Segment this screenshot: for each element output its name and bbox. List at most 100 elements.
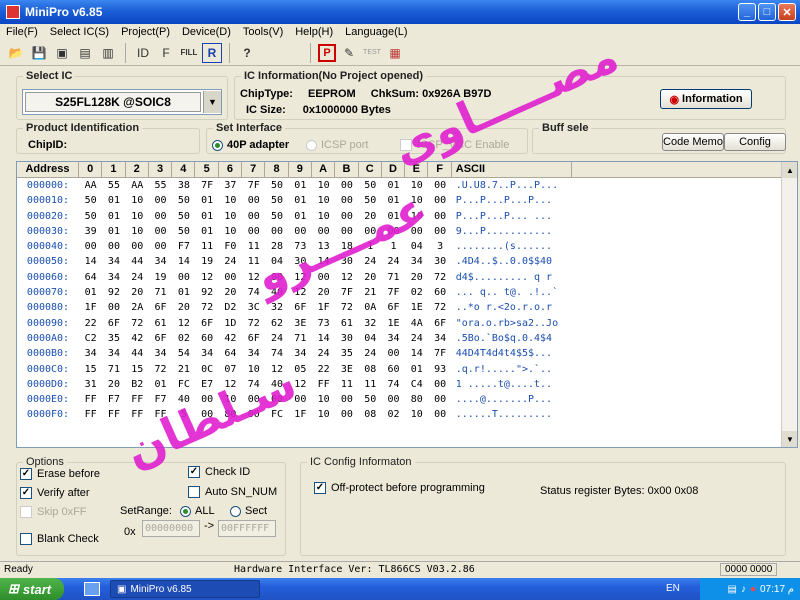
information-button[interactable]: ◉ Information bbox=[660, 89, 752, 109]
menu-tools[interactable]: Tools(V) bbox=[243, 26, 283, 38]
menu-help[interactable]: Help(H) bbox=[295, 26, 333, 38]
hex-byte[interactable]: 00 bbox=[382, 346, 405, 361]
hex-byte[interactable]: 00 bbox=[172, 270, 195, 285]
hex-byte[interactable]: 50 bbox=[172, 209, 195, 224]
hex-byte[interactable]: 00 bbox=[149, 224, 172, 239]
menu-device[interactable]: Device(D) bbox=[182, 26, 231, 38]
hex-byte[interactable]: 00 bbox=[219, 270, 242, 285]
hex-byte[interactable]: 7F bbox=[195, 178, 218, 193]
hex-byte[interactable]: 10 bbox=[126, 193, 149, 208]
hex-byte[interactable]: 20 bbox=[405, 270, 428, 285]
hex-byte[interactable]: 00 bbox=[126, 239, 149, 254]
hex-byte[interactable]: 01 bbox=[172, 285, 195, 300]
hex-byte[interactable]: 60 bbox=[382, 362, 405, 377]
hex-byte[interactable]: 11 bbox=[195, 239, 218, 254]
hex-byte[interactable]: 12 bbox=[172, 316, 195, 331]
function-icon[interactable]: F bbox=[156, 43, 176, 63]
quicklaunch-icon[interactable] bbox=[84, 582, 100, 596]
hex-byte[interactable]: 4A bbox=[405, 316, 428, 331]
hex-byte[interactable]: 10 bbox=[405, 407, 428, 422]
hex-byte[interactable]: FF bbox=[79, 407, 102, 422]
hex-byte[interactable]: 80 bbox=[405, 392, 428, 407]
hex-byte[interactable]: 00 bbox=[242, 224, 265, 239]
taskbar-item-minipro[interactable]: ▣ MiniPro v6.85 bbox=[110, 580, 260, 598]
language-indicator[interactable]: EN bbox=[666, 583, 680, 594]
radio-40p[interactable]: 40P adapter bbox=[212, 139, 289, 151]
open-icon[interactable]: 📂 bbox=[6, 43, 26, 63]
hex-byte[interactable]: 10 bbox=[312, 392, 335, 407]
hex-byte[interactable]: 72 bbox=[428, 300, 451, 315]
save-project-icon[interactable]: ▥ bbox=[98, 43, 118, 63]
hex-byte[interactable]: 92 bbox=[102, 285, 125, 300]
hex-byte[interactable]: FF bbox=[126, 392, 149, 407]
menu-file[interactable]: File(F) bbox=[6, 26, 38, 38]
hex-byte[interactable]: 00 bbox=[149, 209, 172, 224]
hex-byte[interactable]: 1D bbox=[219, 316, 242, 331]
hex-row[interactable]: 000050: 14 34 44 34 14 19 24 11 04 30 14 30 24 24 34 30.… bbox=[17, 254, 797, 269]
check-id-checkbox[interactable]: ✓ Check ID bbox=[188, 466, 250, 478]
hex-byte[interactable]: 01 bbox=[289, 178, 312, 193]
hex-byte[interactable]: AA bbox=[126, 178, 149, 193]
hex-byte[interactable]: C4 bbox=[405, 377, 428, 392]
hex-byte[interactable]: F7 bbox=[172, 239, 195, 254]
hex-byte[interactable]: 00 bbox=[149, 193, 172, 208]
off-protect-checkbox[interactable]: ✓ Off-protect before programming bbox=[314, 482, 485, 494]
hex-ascii[interactable]: ........(s...... bbox=[452, 239, 572, 254]
hex-byte[interactable]: 01 bbox=[102, 209, 125, 224]
erase-checkbox[interactable]: ✓ Erase before bbox=[20, 468, 100, 480]
hex-ascii[interactable]: ......T......... bbox=[452, 407, 572, 422]
scroll-up-icon[interactable]: ▲ bbox=[782, 162, 797, 178]
hex-byte[interactable]: 01 bbox=[102, 224, 125, 239]
start-button[interactable]: ⊞ start bbox=[0, 578, 64, 600]
hex-byte[interactable]: 10 bbox=[219, 193, 242, 208]
hex-byte[interactable]: 71 bbox=[382, 270, 405, 285]
hex-byte[interactable]: 50 bbox=[265, 193, 288, 208]
verify-checkbox[interactable]: ✓ Verify after bbox=[20, 487, 90, 499]
code-memo-button[interactable]: Code Memo bbox=[662, 133, 724, 151]
hex-byte[interactable]: 12 bbox=[195, 270, 218, 285]
hex-byte[interactable]: 50 bbox=[265, 209, 288, 224]
hex-byte[interactable]: 01 bbox=[289, 209, 312, 224]
hex-byte[interactable]: 20 bbox=[312, 285, 335, 300]
hex-byte[interactable]: 01 bbox=[102, 193, 125, 208]
hex-byte[interactable]: 10 bbox=[219, 209, 242, 224]
hex-byte[interactable]: 34 bbox=[149, 346, 172, 361]
hex-byte[interactable]: 10 bbox=[126, 209, 149, 224]
hex-byte[interactable]: 00 bbox=[242, 193, 265, 208]
blank-check-checkbox[interactable]: Blank Check bbox=[20, 533, 99, 545]
hex-row[interactable]: 000060: 64 34 24 19 00 12 00 12 00 12 00 12 20 71 20 72 d… bbox=[17, 270, 797, 285]
hex-byte[interactable]: 04 bbox=[359, 331, 382, 346]
hex-byte[interactable]: 55 bbox=[102, 178, 125, 193]
hex-byte[interactable]: 42 bbox=[126, 331, 149, 346]
hex-byte[interactable]: 71 bbox=[289, 331, 312, 346]
maximize-button[interactable]: □ bbox=[758, 3, 776, 21]
hex-byte[interactable]: 64 bbox=[79, 270, 102, 285]
project-icon[interactable]: ▤ bbox=[75, 43, 95, 63]
hex-byte[interactable]: 72 bbox=[242, 316, 265, 331]
hex-byte[interactable]: 00 bbox=[428, 193, 451, 208]
range-all-radio[interactable]: ALL bbox=[180, 505, 215, 517]
hex-byte[interactable]: 00 bbox=[428, 178, 451, 193]
hex-byte[interactable]: C2 bbox=[79, 331, 102, 346]
hex-byte[interactable]: 10 bbox=[312, 178, 335, 193]
hex-byte[interactable]: 73 bbox=[312, 316, 335, 331]
hex-ascii[interactable]: 44D4T4d4t4$5$... bbox=[452, 346, 572, 361]
hex-byte[interactable]: 71 bbox=[149, 285, 172, 300]
hex-byte[interactable]: 11 bbox=[335, 377, 358, 392]
read-icon[interactable]: R bbox=[202, 42, 222, 63]
scrollbar[interactable]: ▲ ▼ bbox=[781, 162, 797, 447]
hex-byte[interactable]: 19 bbox=[149, 270, 172, 285]
hex-byte[interactable]: 34 bbox=[428, 331, 451, 346]
hex-byte[interactable]: 2A bbox=[126, 300, 149, 315]
device-id-icon[interactable]: ID bbox=[133, 43, 153, 63]
hex-byte[interactable]: 24 bbox=[312, 346, 335, 361]
tray-alert-icon[interactable]: ● bbox=[750, 584, 756, 595]
hex-byte[interactable]: 6F bbox=[242, 331, 265, 346]
hex-byte[interactable]: 74 bbox=[382, 377, 405, 392]
hex-byte[interactable]: 34 bbox=[289, 346, 312, 361]
hex-ascii[interactable]: ....@.......P... bbox=[452, 392, 572, 407]
hex-row[interactable]: 0000A0: C2 35 42 6F 02 60 42 6F 24 71 14 30 04 34 24 34.… bbox=[17, 331, 797, 346]
hex-byte[interactable]: 6F bbox=[382, 300, 405, 315]
hex-ascii[interactable]: ..*o r.<2o.r.o.r bbox=[452, 300, 572, 315]
hex-byte[interactable]: F0 bbox=[219, 239, 242, 254]
